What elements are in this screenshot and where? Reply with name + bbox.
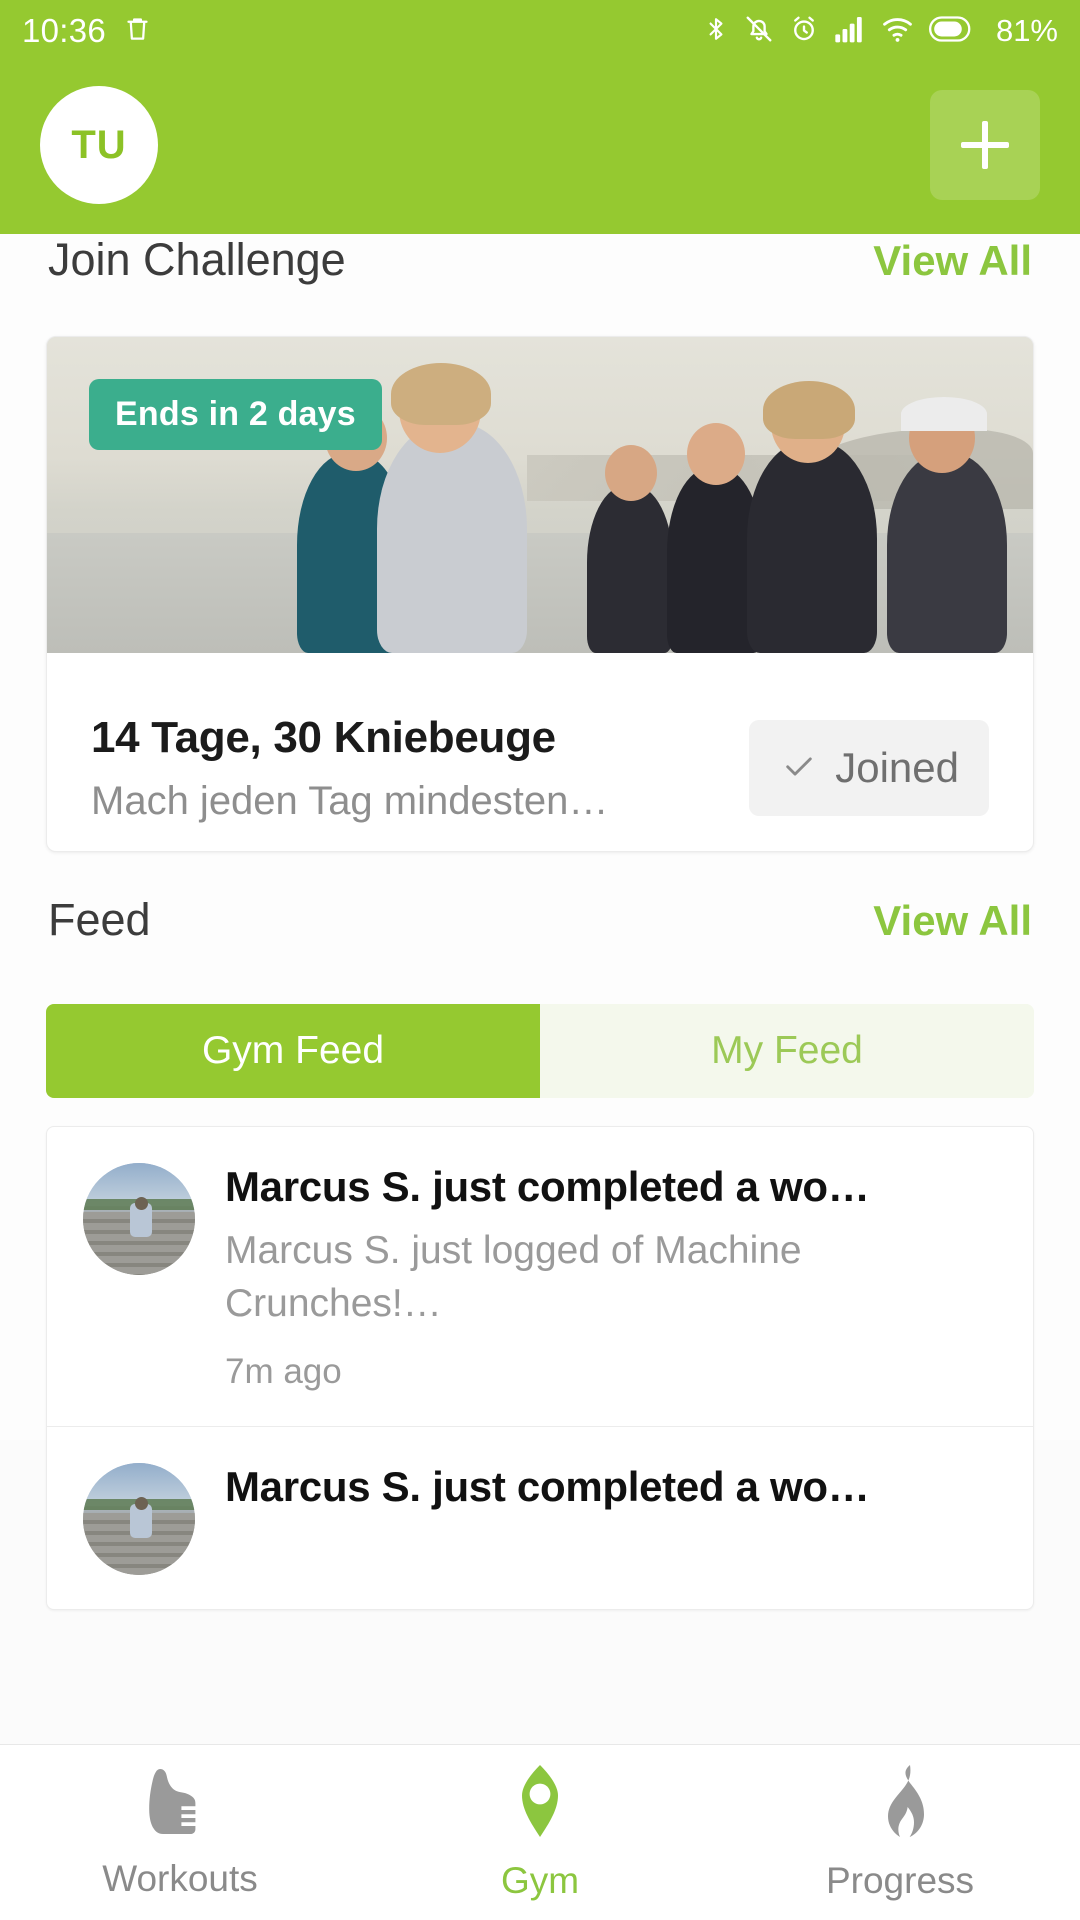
image-runner-head <box>687 423 745 485</box>
content-scroll-area[interactable]: Join Challenge View All Ends in 2 days 1… <box>0 234 1080 1611</box>
nav-item-gym-label: Gym <box>500 1860 580 1901</box>
tab-gym-feed[interactable]: Gym Feed <box>46 1004 540 1098</box>
shoe-icon <box>138 1765 222 1842</box>
image-runner <box>887 453 1007 653</box>
feed-item-title: Marcus S. just completed a wo… <box>225 1463 870 1511</box>
check-icon <box>779 749 819 788</box>
list-item[interactable]: Marcus S. just completed a wo… Marcus S.… <box>47 1127 1033 1426</box>
image-runner <box>377 423 527 653</box>
feed-section-header: Feed View All <box>0 894 1080 1004</box>
image-runner-head <box>605 445 657 501</box>
challenge-joined-label: Joined <box>835 744 959 791</box>
bottom-navigation: Workouts Gym Progress <box>0 1744 1080 1920</box>
page-title: Join Challenge <box>48 234 346 285</box>
app-header: TU <box>0 62 1080 234</box>
feed-view-all-link[interactable]: View All <box>873 897 1032 945</box>
status-bar-right-icons: 81% <box>703 13 1058 50</box>
image-runner <box>587 485 673 653</box>
challenge-title: 14 Tage, 30 Kniebeuge <box>91 712 556 762</box>
challenge-card-body: 14 Tage, 30 Kniebeuge Mach jeden Tag min… <box>47 653 1033 851</box>
feed-tabs: Gym Feed My Feed <box>46 1004 1034 1098</box>
feed-title: Feed <box>48 894 151 945</box>
signal-icon <box>834 14 866 49</box>
silent-bell-icon <box>744 13 774 50</box>
avatar <box>83 1463 195 1576</box>
feed-item-title: Marcus S. just completed a wo… <box>225 1163 870 1210</box>
feed-section: Feed View All Gym Feed My Feed Marcus S.… <box>0 894 1080 1611</box>
feed-list: Marcus S. just completed a wo… Marcus S.… <box>46 1126 1034 1611</box>
avatar <box>83 1163 195 1275</box>
app-screen: 10:36 81% TU Join Challenge View All End… <box>0 0 1080 1920</box>
nav-item-workouts[interactable]: Workouts <box>0 1765 360 1900</box>
status-bar: 10:36 81% <box>0 0 1080 62</box>
image-runner-hair <box>763 381 855 439</box>
image-runner <box>747 441 877 653</box>
image-water <box>47 533 1033 653</box>
wifi-icon <box>881 14 914 49</box>
status-bar-left-icons <box>124 13 151 49</box>
list-item-text: Marcus S. just completed a wo… <box>225 1463 997 1575</box>
tab-gym-feed-label: Gym Feed <box>201 1029 385 1072</box>
challenge-image: Ends in 2 days <box>47 337 1033 653</box>
nav-item-workouts-label: Workouts <box>102 1858 258 1899</box>
challenge-section-header: Join Challenge View All <box>0 234 1080 344</box>
feed-item-description: Marcus S. just logged of Machine Crunche… <box>225 1229 802 1325</box>
alarm-icon <box>789 13 819 50</box>
tab-my-feed-label: My Feed <box>711 1029 863 1072</box>
image-runner-hair <box>391 363 491 425</box>
challenge-text-block: 14 Tage, 30 Kniebeuge Mach jeden Tag min… <box>91 713 749 824</box>
list-item-text: Marcus S. just completed a wo… Marcus S.… <box>225 1163 997 1392</box>
nav-item-progress-label: Progress <box>825 1860 975 1901</box>
challenge-view-all-link[interactable]: View All <box>873 237 1032 285</box>
nav-item-progress[interactable]: Progress <box>720 1763 1080 1902</box>
plus-icon-vertical <box>982 121 988 169</box>
challenge-ends-badge: Ends in 2 days <box>89 379 382 450</box>
tab-my-feed[interactable]: My Feed <box>540 1004 1034 1098</box>
status-bar-clock: 10:36 <box>22 12 107 49</box>
image-runner-cap <box>901 397 987 431</box>
avatar-initials: TU <box>71 122 127 167</box>
challenge-joined-button[interactable]: Joined <box>749 720 989 816</box>
nav-item-gym[interactable]: Gym <box>360 1763 720 1902</box>
bluetooth-icon <box>703 13 729 50</box>
trash-icon <box>124 13 151 49</box>
list-item[interactable]: Marcus S. just completed a wo… <box>47 1426 1033 1609</box>
location-pin-icon <box>502 1763 578 1844</box>
add-button[interactable] <box>930 90 1040 200</box>
avatar-person-head <box>134 1196 148 1210</box>
challenge-subtitle: Mach jeden Tag mindesten… <box>91 778 609 823</box>
avatar-person-head <box>134 1496 148 1510</box>
battery-percent-label: 81% <box>995 13 1058 48</box>
battery-icon <box>928 15 975 48</box>
avatar[interactable]: TU <box>40 86 158 204</box>
feed-item-timestamp: 7m ago <box>225 1352 342 1392</box>
flame-icon <box>864 1763 936 1844</box>
challenge-card[interactable]: Ends in 2 days 14 Tage, 30 Kniebeuge Mac… <box>46 336 1034 852</box>
